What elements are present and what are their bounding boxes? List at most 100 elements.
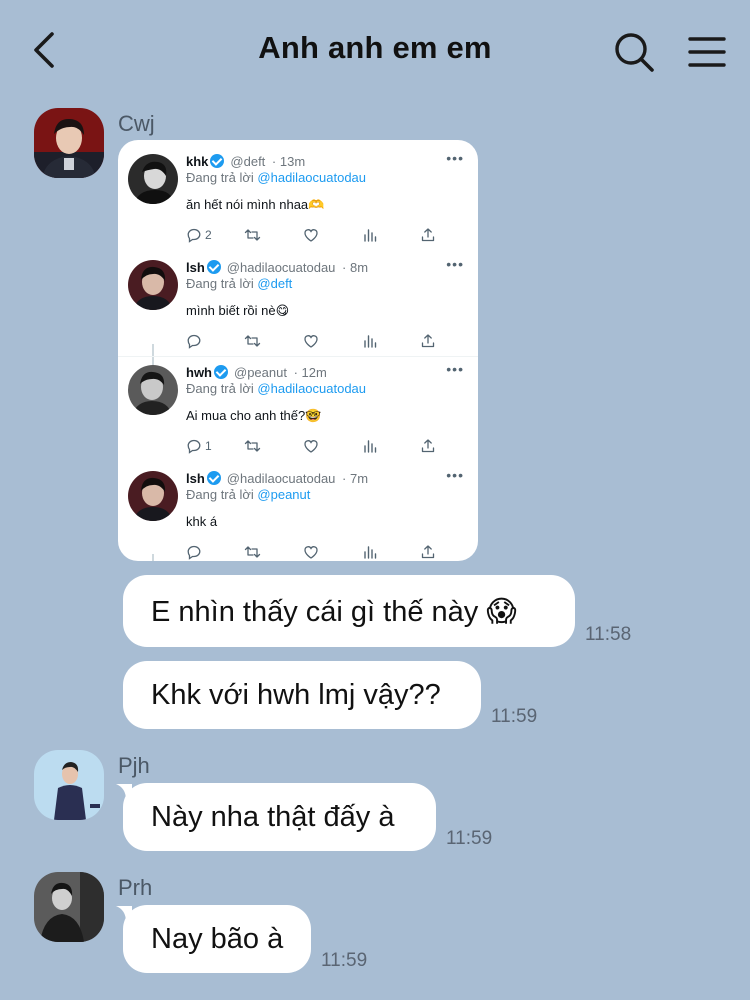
views-icon bbox=[364, 546, 377, 559]
chat-header: Anh anh em em bbox=[0, 0, 750, 100]
views-icon bbox=[364, 440, 377, 453]
message-bubble[interactable]: Này nha thật đấy à bbox=[123, 783, 436, 851]
more-options-icon: ••• bbox=[446, 467, 464, 483]
tweet-actions: 1 bbox=[186, 436, 446, 456]
verified-badge-icon bbox=[206, 471, 221, 485]
share-icon bbox=[421, 228, 435, 242]
reply-action: 1 bbox=[186, 436, 212, 456]
retweet-action bbox=[244, 225, 261, 245]
heart-icon bbox=[304, 546, 318, 559]
reply-prefix: Đang trả lời bbox=[186, 381, 254, 396]
reply-prefix: Đang trả lời bbox=[186, 487, 254, 502]
tweet-text: khk á bbox=[186, 514, 218, 529]
tweet-reply-line: Đang trả lời @hadilaocuatodau bbox=[186, 381, 366, 396]
share-action bbox=[420, 225, 436, 245]
reply-mention: @hadilaocuatodau bbox=[257, 170, 367, 185]
like-action bbox=[303, 436, 319, 456]
reply-action bbox=[186, 331, 205, 351]
share-action bbox=[420, 331, 436, 351]
sender-name: Prh bbox=[118, 875, 153, 900]
message-bubble[interactable]: E nhìn thấy cái gì thế này 😱 bbox=[123, 575, 575, 647]
tweet-text: ăn hết nói mình nhaa🫶 bbox=[186, 197, 325, 212]
tweet-header: khk @deft · 13m bbox=[186, 154, 305, 169]
tweet-header: hwh @peanut · 12m bbox=[186, 365, 327, 380]
share-icon bbox=[421, 439, 435, 453]
tweet-handle: @hadilaocuatodau bbox=[226, 260, 336, 275]
sender-name: Pjh bbox=[118, 753, 150, 778]
avatar-prh[interactable] bbox=[34, 872, 104, 942]
reply-icon bbox=[187, 439, 201, 454]
tweet-text: mình biết rồi nè😋 bbox=[186, 303, 290, 318]
tweet-reply-line: Đang trả lời @hadilaocuatodau bbox=[186, 170, 366, 185]
sender-name: Cwj bbox=[118, 111, 155, 136]
retweet-icon bbox=[244, 335, 261, 347]
tweet-actions bbox=[186, 542, 446, 561]
reply-icon bbox=[187, 545, 201, 560]
reply-mention: @peanut bbox=[257, 487, 311, 502]
tweet-divider bbox=[118, 356, 478, 357]
reply-action: 2 bbox=[186, 225, 212, 245]
heart-icon bbox=[304, 229, 318, 242]
message-text: E nhìn thấy cái gì thế này 😱 bbox=[151, 595, 517, 628]
reply-mention: @deft bbox=[257, 276, 293, 291]
hamburger-menu-icon bbox=[688, 37, 726, 67]
search-button[interactable] bbox=[612, 30, 656, 74]
tweet-time: · 13m bbox=[271, 154, 306, 169]
search-icon bbox=[615, 33, 654, 72]
tweet-avatar bbox=[128, 365, 178, 415]
verified-badge-icon bbox=[214, 365, 228, 379]
share-icon bbox=[421, 545, 435, 559]
retweet-action bbox=[244, 331, 261, 351]
more-options-icon: ••• bbox=[446, 150, 464, 166]
tweet-time: · 12m bbox=[293, 365, 327, 380]
tweet-avatar bbox=[128, 260, 178, 310]
views-action bbox=[362, 436, 378, 456]
more-options-icon: ••• bbox=[446, 256, 464, 272]
views-action bbox=[362, 225, 378, 245]
reply-action bbox=[186, 542, 205, 561]
verified-badge-icon bbox=[206, 260, 221, 274]
tweet-author-name: lsh bbox=[186, 471, 205, 486]
message-text: Này nha thật đấy à bbox=[151, 800, 395, 833]
tweet-avatar bbox=[128, 154, 178, 204]
views-icon bbox=[364, 229, 377, 242]
tweet-header: lsh @hadilaocuatodau · 8m bbox=[186, 260, 368, 275]
reply-count: 1 bbox=[205, 439, 212, 453]
message-time: 11:59 bbox=[446, 828, 493, 849]
message-bubble[interactable]: Nay bão à bbox=[123, 905, 311, 973]
tweet-reply-line: Đang trả lời @peanut bbox=[186, 487, 310, 502]
retweet-icon bbox=[244, 440, 261, 452]
avatar-cwj[interactable] bbox=[34, 108, 104, 178]
retweet-icon bbox=[244, 229, 261, 241]
reply-prefix: Đang trả lời bbox=[186, 276, 254, 291]
views-action bbox=[362, 542, 378, 561]
share-icon bbox=[421, 334, 435, 348]
message-time: 11:59 bbox=[491, 706, 538, 727]
reply-prefix: Đang trả lời bbox=[186, 170, 254, 185]
tweet-actions bbox=[186, 331, 446, 351]
reply-icon bbox=[187, 228, 201, 243]
tweet-header: lsh @hadilaocuatodau · 7m bbox=[186, 471, 368, 486]
message-bubble[interactable]: Khk với hwh lmj vậy?? bbox=[123, 661, 481, 729]
tweet-handle: @peanut bbox=[234, 365, 287, 380]
heart-icon bbox=[304, 440, 318, 453]
verified-badge-icon bbox=[210, 154, 225, 168]
tweet-reply-line: Đang trả lời @deft bbox=[186, 276, 292, 291]
tweet-actions: 2 bbox=[186, 225, 446, 245]
message-time: 11:58 bbox=[585, 624, 632, 645]
thread-line bbox=[152, 554, 154, 561]
more-options-icon: ••• bbox=[446, 361, 464, 377]
avatar-pjh[interactable] bbox=[34, 750, 104, 820]
views-icon bbox=[364, 335, 377, 348]
tweet-avatar bbox=[128, 471, 178, 521]
retweet-icon bbox=[244, 546, 261, 558]
message-text: Khk với hwh lmj vậy?? bbox=[151, 678, 441, 711]
reply-count: 2 bbox=[205, 228, 212, 242]
reply-icon bbox=[187, 334, 201, 349]
like-action bbox=[303, 225, 319, 245]
tweet-time: · 7m bbox=[342, 471, 369, 486]
heart-icon bbox=[304, 335, 318, 348]
menu-button[interactable] bbox=[686, 32, 728, 72]
tweet-thread-image[interactable]: khk @deft · 13m ••• Đang trả lời @hadilao… bbox=[118, 140, 478, 561]
tweet-time: · 8m bbox=[342, 260, 369, 275]
